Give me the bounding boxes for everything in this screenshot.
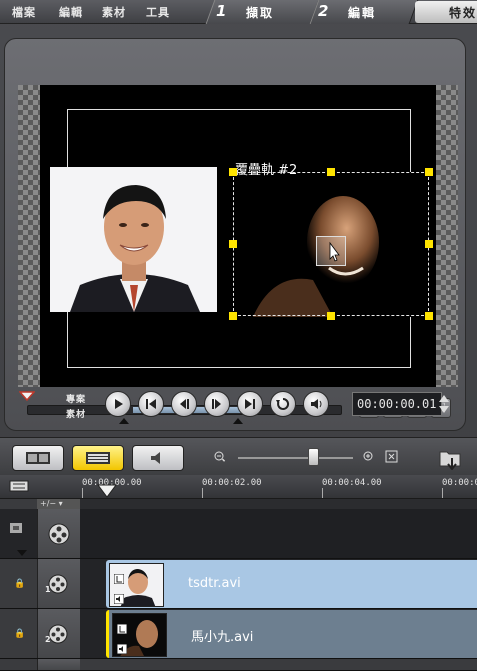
timecode-display[interactable]: 00:00:00.01 [352,392,442,416]
title-track-partial [0,659,477,671]
film-reel-icon [48,523,70,544]
ruler-tick [202,488,203,498]
overlay-1-image[interactable] [50,167,217,312]
overlay-track-number: 1 [45,585,51,594]
repeat-button[interactable] [270,391,296,417]
lock-icon[interactable]: 🔒 [14,579,25,589]
resize-handle-br[interactable] [425,312,433,320]
menu-clip[interactable]: 素材 [102,4,126,20]
menu-file[interactable]: 檔案 [12,4,36,20]
project-mode-label[interactable]: 專案 [66,392,86,405]
storyboard-icon [26,452,50,464]
overlay-track-1: 🔒 1 tsdtr.avi [0,559,477,609]
clip-attribute-icon [117,624,127,634]
preview-screen[interactable]: 覆疊軌 #2 [18,85,458,387]
clip-mode-label[interactable]: 素材 [66,407,86,420]
clip-ma-xiaojiu[interactable]: 馬小九.avi [106,610,477,658]
video-track-header[interactable] [37,509,80,558]
resize-handle-mr[interactable] [425,240,433,248]
resize-handle-tr[interactable] [425,168,433,176]
trim-start-marker[interactable] [119,418,129,424]
view-toolbar [0,437,477,475]
repeat-icon [276,397,290,410]
skip-start-icon [146,399,156,409]
overlay-track-2: 🔒 2 馬小九.avi [0,609,477,659]
previous-frame-button[interactable] [171,391,197,417]
step-edit-number: 2 [318,2,329,20]
app-window: 檔案 編輯 素材 工具 1 擷取 2 編輯 特效 覆疊軌 #2 專案 素材 00… [0,0,477,671]
next-frame-icon [212,399,221,409]
ruler-tick-label: 00:00:0 [442,478,477,488]
play-button[interactable] [105,391,131,417]
overlay-track-1-header[interactable] [37,559,80,608]
step-edit-label[interactable]: 編輯 [348,4,376,21]
audio-speaker-icon [151,452,160,464]
ruler-tick-label: 00:00:02.00 [202,478,262,488]
prev-frame-icon [180,399,189,409]
move-handle[interactable] [316,236,346,266]
play-icon [115,399,123,409]
clip-audio-icon [117,644,127,654]
menu-tools[interactable]: 工具 [146,4,170,20]
expand-track-icon[interactable] [16,549,28,557]
video-track-lane[interactable] [80,509,477,558]
menu-edit[interactable]: 編輯 [59,4,83,20]
cursor-icon [329,241,340,262]
timecode-spinner-icon[interactable] [438,391,450,417]
zoom-out-icon[interactable] [214,451,226,463]
time-ruler[interactable]: 00:00:00.00 00:00:02.00 00:00:04.00 00:0… [0,475,477,499]
skip-end-icon [245,399,255,409]
timeline-icon [86,452,110,464]
preview-panel: 覆疊軌 #2 [ ] ✂ [4,38,466,431]
step-capture-label[interactable]: 擷取 [246,4,274,21]
clip-audio-icon [114,594,124,604]
folder-import-icon[interactable] [438,446,464,470]
go-to-start-button[interactable] [138,391,164,417]
fit-project-icon[interactable] [385,450,398,463]
timeline-view-button[interactable] [72,445,124,471]
track-visibility-icon[interactable] [9,521,23,535]
ruler-tick-label: 00:00:04.00 [322,478,382,488]
storyboard-view-button[interactable] [12,445,64,471]
transparency-left [18,85,40,387]
clip-name: tsdtr.avi [188,576,241,591]
clip-attribute-icon [114,574,124,584]
playhead-marker-icon[interactable] [19,391,35,401]
ruler-tick [442,488,443,498]
trim-end-marker[interactable] [233,418,243,424]
video-track [0,509,477,559]
zoom-in-icon[interactable] [363,451,375,463]
step-capture-number: 1 [216,2,227,20]
step-effects-label: 特效 [449,6,477,20]
track-controls-header[interactable]: +/− ▾ [37,499,80,509]
lock-icon[interactable]: 🔒 [14,629,25,639]
menu-bar: 檔案 編輯 素材 工具 1 擷取 2 編輯 特效 [0,0,477,24]
overlay-track-2-header[interactable] [37,609,80,658]
zoom-slider-thumb[interactable] [308,448,319,466]
step-tab-effects[interactable]: 特效 [415,1,477,23]
ruler-toggle-icon[interactable] [9,480,29,492]
resize-handle-bl[interactable] [229,312,237,320]
audio-view-button[interactable] [132,445,184,471]
overlay-track-1-lane[interactable]: tsdtr.avi [80,559,477,608]
resize-handle-tc[interactable] [327,168,335,176]
resize-handle-ml[interactable] [229,240,237,248]
clip-name: 馬小九.avi [191,630,254,645]
ruler-tick [322,488,323,498]
overlay-track-number: 2 [45,635,51,644]
next-frame-button[interactable] [204,391,230,417]
resize-handle-bc[interactable] [327,312,335,320]
clip-tsdtr[interactable]: tsdtr.avi [106,560,477,608]
title-track-header[interactable] [37,659,80,670]
timeline-playhead-icon[interactable] [97,484,117,498]
resize-handle-tl[interactable] [229,168,237,176]
speaker-icon [311,399,322,409]
go-to-end-button[interactable] [237,391,263,417]
overlay-track-2-lane[interactable]: 馬小九.avi [80,609,477,658]
transparency-right [436,85,458,387]
ruler-tick [82,488,83,498]
zoom-slider-track[interactable] [238,457,353,459]
timeline-panel: 00:00:00.00 00:00:02.00 00:00:04.00 00:0… [0,475,477,671]
volume-button[interactable] [303,391,329,417]
